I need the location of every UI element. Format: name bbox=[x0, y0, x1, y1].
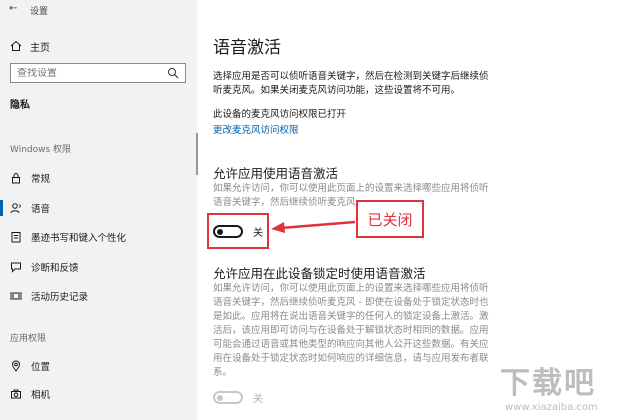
search-field[interactable] bbox=[10, 63, 186, 83]
section-desc-line: 用在设备处于锁定状态时如何响应的详细信息，请与应用发布者联 bbox=[213, 353, 489, 364]
sidebar-item-label: 常规 bbox=[31, 174, 51, 185]
app-title: 设置 bbox=[30, 7, 49, 17]
section-desc-line: 系。 bbox=[213, 367, 233, 378]
sidebar-item-label: 语音 bbox=[31, 204, 51, 215]
search-input[interactable] bbox=[17, 67, 157, 79]
section-desc-line: 语音关键字，然后继续侦听麦克风 - 即使在设备处于锁定状态时也 bbox=[213, 297, 489, 308]
toggle-switch[interactable] bbox=[213, 391, 243, 404]
intro-text-line: 选择应用是否可以侦听语音关键字，然后在检测到关键字后继续侦 bbox=[213, 71, 489, 82]
sidebar-item-camera[interactable]: 相机 bbox=[10, 386, 190, 402]
sidebar-item-general[interactable]: 常规 bbox=[10, 170, 190, 186]
home-icon bbox=[10, 40, 22, 52]
section-desc-line: 可能会通过语音或其他类型的响应向其他人公开这些数据。有关应 bbox=[213, 339, 489, 350]
section-desc-line: 如果允许访问，你可以使用此页面上的设置来选择哪些应用将侦听 bbox=[213, 283, 489, 294]
locked-voice-activation-toggle[interactable]: 关 bbox=[213, 390, 263, 405]
feedback-icon bbox=[10, 261, 22, 273]
watermark-text: 下载吧 bbox=[500, 366, 596, 401]
search-icon[interactable] bbox=[167, 67, 179, 79]
sidebar-item-label: 相机 bbox=[31, 390, 51, 401]
section-desc-line: 是如此。应用将在说出语音关键字的任何人的锁定设备上激活。激 bbox=[213, 311, 489, 322]
camera-icon bbox=[10, 388, 22, 400]
section-heading-privacy: 隐私 bbox=[10, 100, 30, 111]
watermark-url: www.xiazaiba.com bbox=[505, 402, 598, 413]
section-desc-line: 语音关键字，然后继续侦听麦克风。 bbox=[213, 197, 366, 208]
watermark-logo: 下载吧 www.xiazaiba.com bbox=[500, 358, 635, 418]
section-desc-line: 如果允许访问，你可以使用此页面上的设置来选择哪些应用将侦听 bbox=[213, 183, 489, 194]
sidebar-item-label: 墨迹书写和键入个性化 bbox=[31, 233, 127, 244]
sidebar-item-activity-history[interactable]: 活动历史记录 bbox=[10, 288, 190, 304]
lock-icon bbox=[10, 172, 22, 184]
sidebar-item-speech[interactable]: 语音 bbox=[0, 200, 190, 216]
sidebar-item-inking-typing[interactable]: 墨迹书写和键入个性化 bbox=[10, 229, 190, 245]
sidebar-item-label: 诊断和反馈 bbox=[31, 263, 79, 274]
sidebar-item-location[interactable]: 位置 bbox=[10, 358, 190, 374]
intro-text-line: 听麦克风。如果关闭麦克风访问功能，这些设置将不可用。 bbox=[213, 85, 461, 96]
notepad-icon bbox=[10, 231, 22, 243]
sidebar-item-label: 主页 bbox=[30, 42, 50, 54]
section-title-voice-activation: 允许应用使用语音激活 bbox=[213, 166, 339, 181]
sidebar-item-label: 位置 bbox=[31, 362, 51, 373]
toggle-state-label: 关 bbox=[253, 394, 263, 405]
annotation-label: 已关闭 bbox=[356, 200, 424, 238]
sidebar-item-label: 活动历史记录 bbox=[31, 292, 89, 303]
mic-access-status: 此设备的麦克风访问权限已打开 bbox=[213, 109, 347, 120]
section-label-windows-permissions: Windows 权限 bbox=[10, 145, 72, 155]
section-desc-line: 活后，该应用即可访问与在设备处于解锁状态时相同的数据。应用 bbox=[213, 325, 489, 336]
section-title-locked-voice-activation: 允许应用在此设备锁定时使用语音激活 bbox=[213, 266, 426, 281]
location-icon bbox=[10, 360, 22, 372]
annotation-arrow-icon bbox=[271, 220, 356, 233]
page-title: 语音激活 bbox=[213, 38, 281, 58]
section-label-app-permissions: 应用权限 bbox=[10, 334, 47, 344]
change-mic-access-link[interactable]: 更改麦克风访问权限 bbox=[213, 124, 299, 138]
annotation-highlight-box bbox=[207, 213, 269, 249]
sidebar-item-diagnostics[interactable]: 诊断和反馈 bbox=[10, 259, 190, 275]
sidebar-item-home[interactable]: 主页 bbox=[10, 38, 50, 54]
back-arrow-icon[interactable]: ← bbox=[9, 3, 17, 14]
speech-icon bbox=[10, 202, 22, 214]
timeline-icon bbox=[10, 290, 22, 302]
main-content: 语音激活 选择应用是否可以侦听语音关键字，然后在检测到关键字后继续侦 听麦克风。… bbox=[197, 0, 637, 420]
sidebar: ← 设置 主页 隐私 Windows 权限 常规 语音 墨迹书写和键入个性化 bbox=[0, 0, 197, 420]
